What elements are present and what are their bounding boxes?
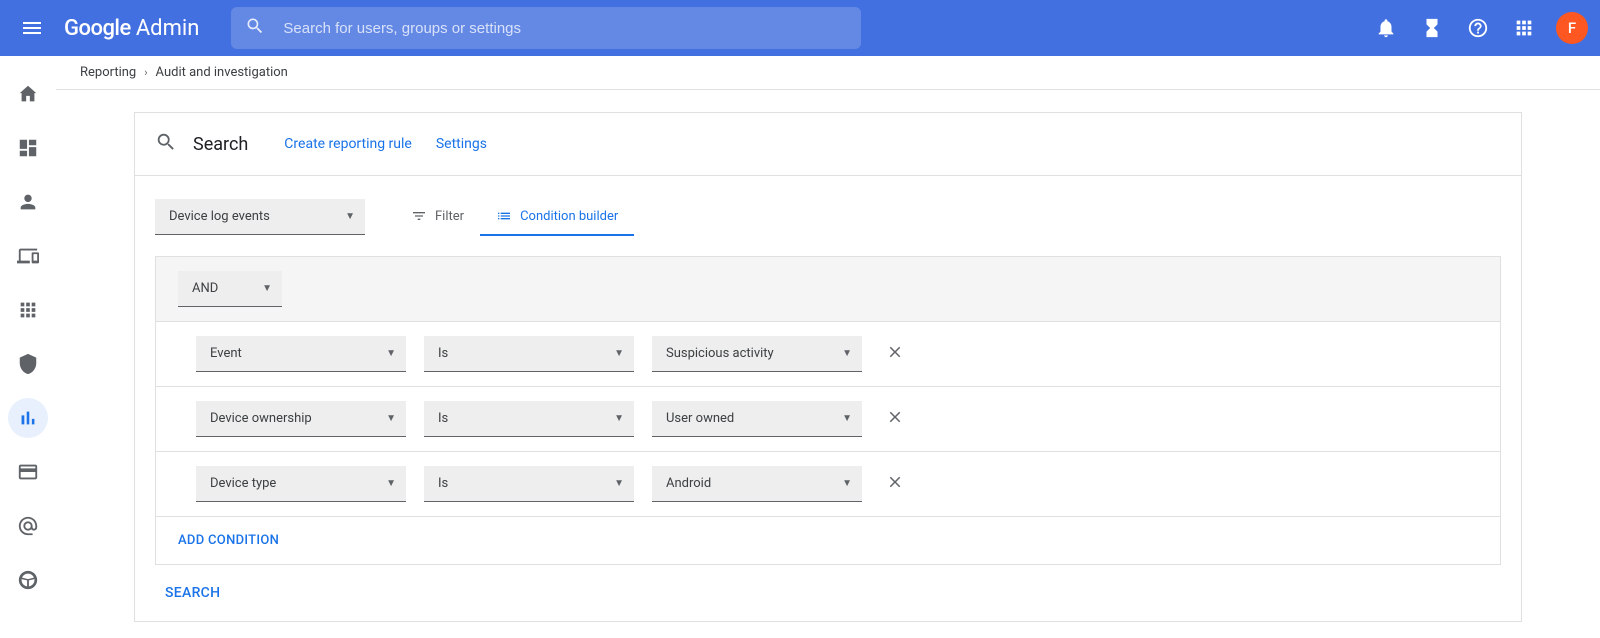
value-value: Suspicious activity	[666, 346, 774, 361]
field-dropdown[interactable]: Event ▼	[196, 336, 406, 372]
field-dropdown[interactable]: Device type ▼	[196, 466, 406, 502]
nav-reporting[interactable]	[8, 398, 48, 438]
help-icon[interactable]	[1458, 8, 1498, 48]
condition-row: Event ▼ Is ▼ Suspicious activity ▼	[156, 322, 1500, 387]
global-search[interactable]	[231, 7, 861, 49]
search-icon	[155, 131, 177, 157]
value-value: User owned	[666, 411, 734, 426]
data-source-dropdown[interactable]: Device log events ▼	[155, 199, 365, 235]
credit-card-icon	[17, 461, 39, 483]
tab-condition-builder[interactable]: Condition builder	[480, 198, 634, 236]
card-title: Search	[193, 134, 248, 155]
field-value: Device ownership	[210, 411, 312, 426]
chevron-right-icon: ›	[144, 66, 147, 79]
chevron-down-icon: ▼	[842, 478, 852, 489]
apps-icon	[17, 299, 39, 321]
chevron-down-icon: ▼	[262, 283, 272, 294]
field-dropdown[interactable]: Device ownership ▼	[196, 401, 406, 437]
nav-rules[interactable]	[8, 560, 48, 600]
condition-row: Device ownership ▼ Is ▼ User owned ▼	[156, 387, 1500, 452]
close-icon	[886, 408, 904, 426]
nav-billing[interactable]	[8, 452, 48, 492]
value-dropdown[interactable]: Android ▼	[652, 466, 862, 502]
value-dropdown[interactable]: User owned ▼	[652, 401, 862, 437]
chevron-down-icon: ▼	[614, 478, 624, 489]
chevron-down-icon: ▼	[386, 478, 396, 489]
google-admin-logo[interactable]: Google Admin	[64, 16, 199, 41]
chevron-down-icon: ▼	[842, 413, 852, 424]
shield-icon	[17, 353, 39, 375]
filter-icon	[411, 208, 427, 224]
notifications-icon[interactable]	[1366, 8, 1406, 48]
operator-value: AND	[192, 281, 218, 296]
add-condition-button[interactable]: ADD CONDITION	[156, 517, 1500, 564]
at-icon	[17, 515, 39, 537]
value-value: Android	[666, 476, 711, 491]
search-button[interactable]: SEARCH	[155, 565, 1501, 621]
card-header: Search Create reporting rule Settings	[135, 112, 1521, 176]
tab-builder-label: Condition builder	[520, 209, 618, 224]
chevron-down-icon: ▼	[614, 413, 624, 424]
top-header: Google Admin F	[0, 0, 1600, 56]
match-dropdown[interactable]: Is ▼	[424, 466, 634, 502]
steering-icon	[17, 569, 39, 591]
breadcrumb-current: Audit and investigation	[156, 65, 288, 80]
match-dropdown[interactable]: Is ▼	[424, 336, 634, 372]
bar-chart-icon	[17, 407, 39, 429]
hamburger-menu-icon[interactable]	[12, 8, 52, 48]
chevron-down-icon: ▼	[614, 348, 624, 359]
account-avatar[interactable]: F	[1556, 12, 1588, 44]
nav-devices[interactable]	[8, 236, 48, 276]
field-value: Device type	[210, 476, 276, 491]
search-card: Search Create reporting rule Settings De…	[134, 112, 1522, 622]
tab-filter-label: Filter	[435, 209, 464, 224]
condition-row: Device type ▼ Is ▼ Android ▼	[156, 452, 1500, 517]
match-value: Is	[438, 476, 448, 491]
match-value: Is	[438, 346, 448, 361]
logical-operator-dropdown[interactable]: AND ▼	[178, 271, 282, 307]
data-source-value: Device log events	[169, 209, 270, 224]
search-icon	[245, 16, 265, 40]
breadcrumb: Reporting › Audit and investigation	[56, 56, 1600, 90]
chevron-down-icon: ▼	[386, 413, 396, 424]
list-icon	[496, 208, 512, 224]
nav-apps[interactable]	[8, 290, 48, 330]
apps-grid-icon[interactable]	[1504, 8, 1544, 48]
create-reporting-rule-link[interactable]: Create reporting rule	[284, 136, 412, 152]
match-dropdown[interactable]: Is ▼	[424, 401, 634, 437]
chevron-down-icon: ▼	[386, 348, 396, 359]
home-icon	[17, 83, 39, 105]
logo-admin: Admin	[136, 16, 200, 41]
match-value: Is	[438, 411, 448, 426]
breadcrumb-root[interactable]: Reporting	[80, 65, 136, 80]
nav-home[interactable]	[8, 74, 48, 114]
field-value: Event	[210, 346, 242, 361]
person-icon	[17, 191, 39, 213]
devices-icon	[17, 245, 39, 267]
tab-filter[interactable]: Filter	[395, 198, 480, 236]
dashboard-icon	[17, 137, 39, 159]
close-icon	[886, 473, 904, 491]
chevron-down-icon: ▼	[842, 348, 852, 359]
logo-google: Google	[64, 16, 131, 41]
nav-account[interactable]	[8, 506, 48, 546]
remove-condition-button[interactable]	[880, 467, 910, 501]
left-nav	[0, 56, 56, 638]
value-dropdown[interactable]: Suspicious activity ▼	[652, 336, 862, 372]
tabs: Filter Condition builder	[395, 198, 634, 236]
header-actions: F	[1366, 8, 1588, 48]
nav-dashboard[interactable]	[8, 128, 48, 168]
nav-security[interactable]	[8, 344, 48, 384]
nav-users[interactable]	[8, 182, 48, 222]
close-icon	[886, 343, 904, 361]
remove-condition-button[interactable]	[880, 337, 910, 371]
global-search-input[interactable]	[283, 20, 847, 37]
hourglass-icon[interactable]	[1412, 8, 1452, 48]
condition-block: AND ▼ Event ▼ Is ▼	[155, 256, 1501, 565]
remove-condition-button[interactable]	[880, 402, 910, 436]
settings-link[interactable]: Settings	[436, 136, 487, 152]
chevron-down-icon: ▼	[345, 211, 355, 222]
